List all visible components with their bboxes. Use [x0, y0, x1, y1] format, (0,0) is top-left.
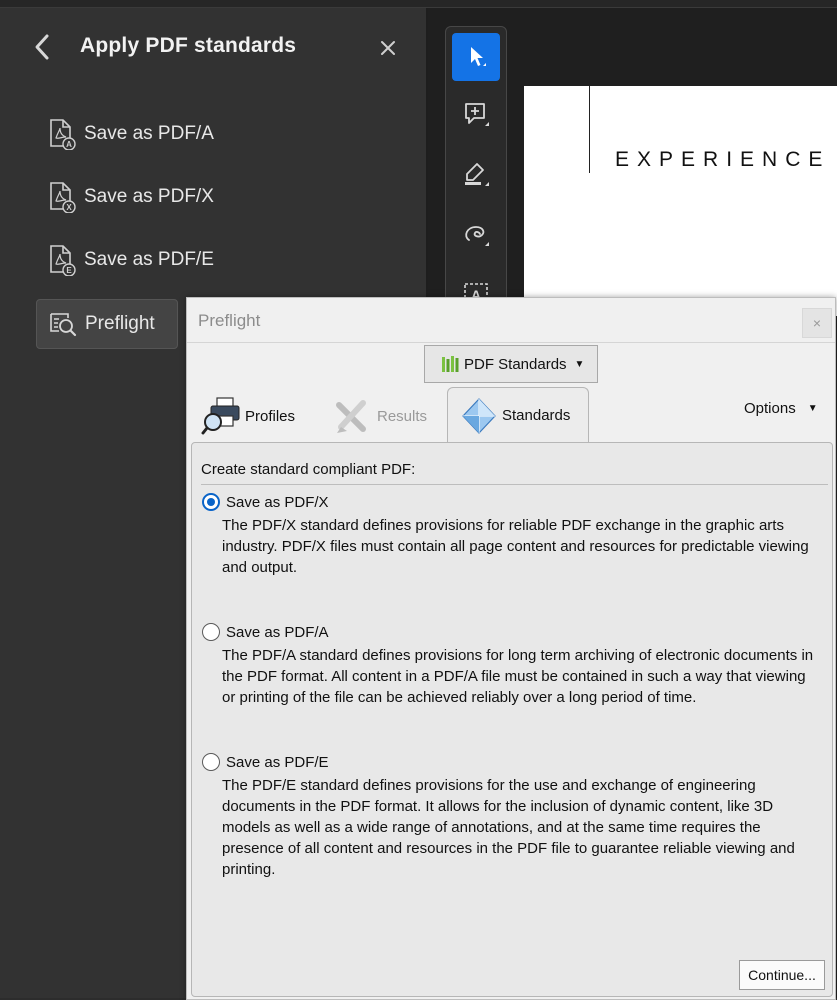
option-description: The PDF/E standard defines provisions fo…	[222, 777, 795, 878]
item-badge: A	[66, 140, 72, 149]
pdf-standards-dropdown[interactable]: PDF Standards ▼	[424, 345, 598, 383]
item-label: Save as PDF/X	[84, 186, 214, 207]
pdf-e-file-icon: E	[44, 242, 80, 278]
tab-label: Profiles	[245, 407, 296, 425]
options-label: Options	[744, 400, 796, 417]
tab-profiles[interactable]: Profiles	[201, 390, 295, 442]
dialog-title: Preflight	[198, 311, 261, 330]
add-comment-icon[interactable]	[452, 91, 500, 139]
highlight-pen-icon[interactable]	[452, 151, 500, 199]
option-pdf-e: Save as PDF/E The PDF/E standard defines…	[202, 753, 822, 880]
save-as-pdf-x-item[interactable]: X Save as PDF/X	[36, 173, 416, 221]
standards-panel: Create standard compliant PDF: Save as P…	[191, 442, 833, 997]
lasso-draw-icon[interactable]	[452, 211, 500, 259]
page-heading-text: EXPERIENCE	[615, 148, 831, 171]
back-chevron-icon[interactable]	[30, 32, 56, 62]
panel-heading-rule	[201, 484, 828, 485]
preflight-dialog: Preflight × PDF Standards ▼ Profiles Res…	[186, 297, 836, 1000]
select-arrow-icon[interactable]	[452, 33, 500, 81]
option-pdf-x: Save as PDF/X The PDF/X standard defines…	[202, 493, 822, 578]
radio-pdf-x[interactable]	[202, 493, 220, 511]
standards-diamond-icon	[460, 397, 498, 435]
save-as-pdf-e-item[interactable]: E Save as PDF/E	[36, 236, 416, 284]
page-vertical-rule	[589, 86, 590, 173]
window-top-edge	[0, 0, 837, 8]
options-caret-icon: ▼	[807, 403, 818, 414]
library-bars-icon	[441, 355, 459, 373]
option-description: The PDF/X standard defines provisions fo…	[222, 517, 809, 576]
item-label: Save as PDF/E	[84, 249, 214, 270]
option-description: The PDF/A standard defines provisions fo…	[222, 647, 814, 706]
panel-heading: Create standard compliant PDF:	[201, 461, 416, 478]
radio-pdf-a[interactable]	[202, 623, 220, 641]
option-title: Save as PDF/A	[226, 623, 329, 641]
option-title: Save as PDF/X	[226, 493, 329, 511]
dialog-title-separator	[187, 342, 835, 343]
pdf-a-file-icon: A	[44, 116, 80, 152]
continue-button[interactable]: Continue...	[739, 960, 825, 990]
option-pdf-a: Save as PDF/A The PDF/A standard defines…	[202, 623, 822, 708]
tab-label: Results	[377, 407, 428, 425]
close-icon[interactable]	[376, 36, 400, 60]
radio-pdf-e[interactable]	[202, 753, 220, 771]
document-page: EXPERIENCE	[524, 86, 837, 316]
dropdown-caret-icon: ▼	[574, 358, 585, 370]
panel-title: Apply PDF standards	[80, 34, 297, 57]
item-badge: X	[66, 203, 72, 212]
save-as-pdf-a-item[interactable]: A Save as PDF/A	[36, 110, 416, 158]
quick-tools-toolbar: A	[445, 26, 507, 318]
item-badge: E	[66, 266, 72, 275]
results-wrench-icon	[333, 397, 373, 435]
dialog-close-button[interactable]: ×	[802, 308, 832, 338]
preflight-magnifier-icon	[45, 306, 81, 342]
options-menu[interactable]: Options ▼	[744, 400, 818, 417]
profiles-printer-magnifier-icon	[201, 396, 243, 436]
item-label: Preflight	[85, 313, 155, 334]
preflight-item[interactable]: Preflight	[36, 299, 178, 349]
option-title: Save as PDF/E	[226, 753, 329, 771]
tab-label: Standards	[502, 407, 571, 424]
item-label: Save as PDF/A	[84, 123, 214, 144]
dropdown-label: PDF Standards	[464, 355, 567, 373]
tab-results[interactable]: Results	[333, 390, 427, 442]
pdf-x-file-icon: X	[44, 179, 80, 215]
tab-standards[interactable]: Standards	[447, 387, 589, 443]
